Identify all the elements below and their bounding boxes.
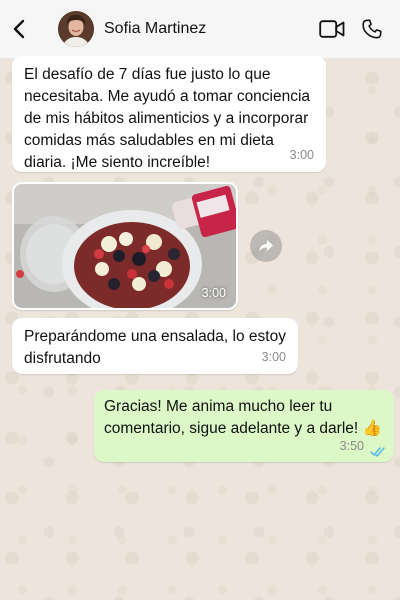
video-call-icon (319, 20, 345, 38)
message-text: Preparándome una ensalada, lo estoy disf… (24, 328, 286, 367)
forward-button[interactable] (250, 230, 282, 262)
message-time: 3:50 (339, 439, 364, 453)
avatar-image (58, 11, 94, 47)
back-button[interactable] (0, 0, 38, 58)
back-arrow-icon (13, 19, 25, 39)
message-text: Gracias! Me anima mucho leer tu comentar… (104, 398, 382, 437)
double-check-icon (370, 447, 385, 457)
video-call-button[interactable] (312, 0, 352, 58)
message-time: 3:00 (289, 148, 314, 162)
image-time: 3:00 (201, 286, 226, 300)
outgoing-message[interactable]: Gracias! Me anima mucho leer tu comentar… (94, 390, 394, 462)
message-text: El desafío de 7 días fue justo lo que ne… (24, 66, 311, 171)
chat-header: Sofia Martinez (0, 0, 400, 59)
incoming-image-message[interactable]: 3:00 (12, 182, 238, 310)
incoming-message[interactable]: El desafío de 7 días fue justo lo que ne… (12, 56, 326, 172)
voice-call-button[interactable] (352, 0, 392, 58)
avatar[interactable] (58, 11, 94, 47)
contact-name[interactable]: Sofia Martinez (104, 20, 312, 38)
incoming-message[interactable]: Preparándome una ensalada, lo estoy disf… (12, 318, 298, 374)
forward-icon (259, 240, 273, 252)
phone-icon (362, 19, 382, 39)
photo[interactable]: 3:00 (14, 184, 236, 308)
message-time: 3:00 (261, 350, 286, 364)
